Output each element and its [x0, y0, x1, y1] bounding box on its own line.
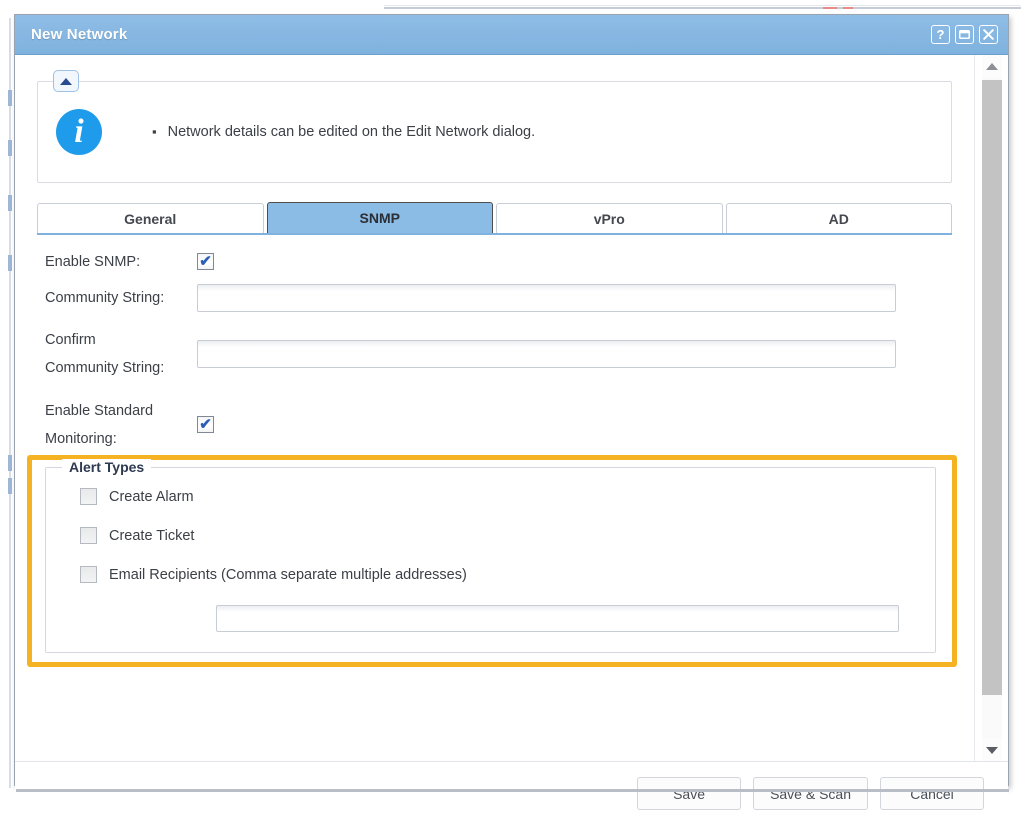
arrow-up-icon: [986, 62, 998, 70]
create-ticket-row: Create Ticket: [80, 527, 917, 545]
scroll-down-button[interactable]: [982, 739, 1002, 761]
tab-vpro-label: vPro: [593, 210, 625, 227]
dialog-title: New Network: [31, 26, 128, 43]
dialog-body: i ▪ Network details can be edited on the…: [15, 55, 1008, 761]
alert-types-fieldset: Alert Types Create Alarm Create Ticket E…: [45, 459, 936, 654]
checkmark-icon: ✔: [199, 252, 212, 270]
background-line-top: [384, 5, 1021, 6]
email-recipients-input[interactable]: [216, 605, 899, 633]
dialog-content: i ▪ Network details can be edited on the…: [15, 55, 974, 761]
enable-standard-monitoring-label: Enable Standard Monitoring:: [45, 397, 197, 454]
bullet-icon: ▪: [152, 124, 157, 139]
confirm-label-line1: Confirm: [45, 332, 96, 348]
enable-snmp-label: Enable SNMP:: [45, 253, 141, 270]
tab-snmp[interactable]: SNMP: [266, 202, 493, 233]
create-alarm-row: Create Alarm: [80, 488, 917, 506]
create-alarm-label: Create Alarm: [109, 488, 194, 505]
tab-ad[interactable]: AD: [725, 203, 952, 233]
email-recipients-row: Email Recipients (Comma separate multipl…: [80, 566, 917, 584]
background-red-marker-1: [823, 7, 837, 9]
confirm-community-string-input[interactable]: [197, 340, 896, 369]
cancel-button[interactable]: Cancel: [880, 777, 984, 810]
background-left-tick: [8, 90, 12, 106]
restore-glyph: [959, 30, 970, 39]
tab-vpro[interactable]: vPro: [496, 203, 723, 233]
vertical-scrollbar[interactable]: [974, 55, 1008, 761]
community-string-input[interactable]: [197, 284, 896, 312]
info-icon-glyph: i: [74, 113, 84, 150]
background-left-tick: [8, 140, 12, 156]
email-recipients-label: Email Recipients (Comma separate multipl…: [109, 566, 467, 583]
chevron-up-icon: [60, 77, 72, 85]
dialog-titlebar: New Network ?: [15, 15, 1008, 55]
checkmark-icon: ✔: [199, 415, 212, 433]
background-left-tick: [8, 455, 12, 471]
enable-snmp-row: Enable SNMP: ✔: [45, 253, 952, 270]
community-string-row: Community String:: [45, 284, 952, 312]
close-glyph: [983, 29, 994, 40]
background-left-tick: [8, 255, 12, 271]
enable-snmp-checkbox[interactable]: ✔: [197, 253, 214, 270]
confirm-community-string-label: Confirm Community String:: [45, 326, 197, 383]
create-alarm-checkbox[interactable]: [80, 488, 97, 506]
help-icon[interactable]: ?: [931, 25, 950, 44]
tab-snmp-label: SNMP: [359, 210, 400, 226]
info-panel: i ▪ Network details can be edited on the…: [37, 81, 952, 183]
enable-standard-monitoring-row: Enable Standard Monitoring: ✔: [45, 397, 952, 454]
email-recipients-checkbox[interactable]: [80, 566, 97, 584]
save-button[interactable]: Save: [637, 777, 742, 810]
snmp-form: Enable SNMP: ✔ Community String: Confirm…: [27, 253, 957, 668]
scroll-up-button[interactable]: [982, 55, 1002, 77]
monitoring-label-line2: Monitoring:: [45, 430, 117, 447]
tab-general[interactable]: General: [37, 203, 264, 233]
background-left-tick: [8, 478, 12, 494]
tab-general-label: General: [124, 210, 177, 227]
scrollbar-thumb[interactable]: [982, 80, 1002, 695]
dialog-drop-shadow: [16, 789, 1009, 792]
help-glyph: ?: [936, 27, 945, 42]
create-ticket-label: Create Ticket: [109, 527, 195, 544]
create-ticket-checkbox[interactable]: [80, 527, 97, 545]
collapse-toggle-button[interactable]: [53, 70, 79, 92]
background-line: [384, 7, 1021, 9]
alert-types-section: Alert Types Create Alarm Create Ticket E…: [27, 455, 957, 668]
confirm-community-string-row: Confirm Community String:: [45, 326, 952, 383]
tab-ad-label: AD: [828, 210, 849, 227]
window-controls: ?: [931, 25, 998, 44]
confirm-label-line2: Community String:: [45, 360, 165, 377]
email-recipients-input-row: [216, 605, 899, 633]
background-left-tick: [8, 195, 12, 211]
close-icon[interactable]: [979, 25, 998, 44]
enable-standard-monitoring-checkbox[interactable]: ✔: [197, 415, 214, 434]
new-network-dialog: New Network ? i ▪ Network details can be…: [14, 14, 1009, 825]
restore-icon[interactable]: [955, 25, 974, 44]
dialog-footer: Save Save & Scan Cancel: [15, 761, 1008, 825]
tab-bar: General SNMP vPro AD: [37, 201, 952, 235]
info-message: Network details can be edited on the Edi…: [167, 124, 536, 140]
background-left-rule: [9, 18, 11, 788]
info-message-row: ▪ Network details can be edited on the E…: [152, 124, 535, 140]
save-and-scan-button[interactable]: Save & Scan: [753, 777, 868, 810]
info-panel-wrapper: i ▪ Network details can be edited on the…: [37, 70, 952, 183]
monitoring-label-line1: Enable Standard: [45, 402, 154, 419]
community-string-label: Community String:: [45, 290, 165, 306]
arrow-down-icon: [986, 746, 998, 754]
background-red-marker-2: [843, 7, 853, 9]
alert-types-legend: Alert Types: [62, 459, 152, 476]
info-circle-icon: i: [56, 109, 102, 155]
